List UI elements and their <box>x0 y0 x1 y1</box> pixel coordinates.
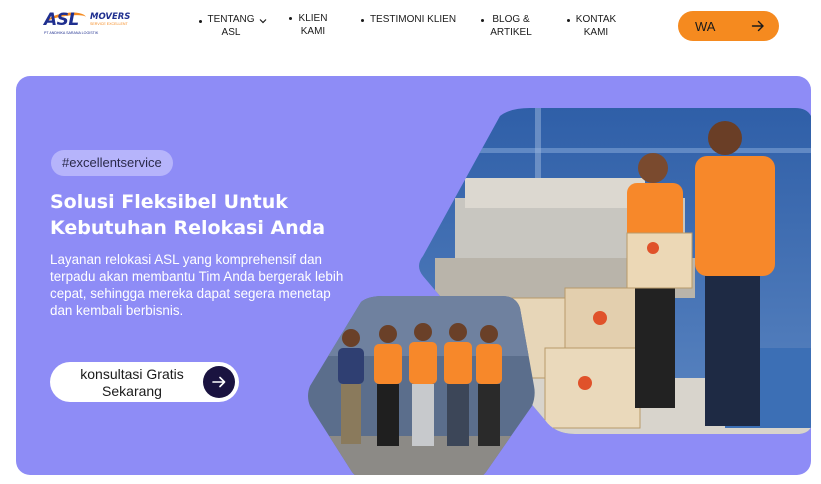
team-photo <box>308 296 535 475</box>
consultation-button-label: konsultasi Gratis Sekarang <box>80 366 184 399</box>
bullet-dot <box>289 17 292 20</box>
chevron-down-icon <box>259 19 267 24</box>
arrow-right-icon <box>751 20 764 32</box>
hero-section: #excellentservice Solusi Fleksibel Untuk… <box>16 76 811 475</box>
nav-item-label: KLIEN KAMI <box>298 13 328 37</box>
nav-item-klien[interactable]: KLIEN KAMI <box>289 12 330 38</box>
nav-item-label: KONTAK KAMI <box>575 14 617 38</box>
logo-movers: MOVERS <box>90 12 131 22</box>
nav-item-label: TESTIMONI KLIEN <box>369 14 457 25</box>
nav-item-blog[interactable]: BLOG & ARTIKEL <box>481 13 534 39</box>
hero-description: Layanan relokasi ASL yang komprehensif d… <box>50 252 344 318</box>
top-nav: ASL MOVERS SERVICE EXCELLENT PT ANDHIKA … <box>0 0 821 56</box>
nav-item-kontak[interactable]: KONTAK KAMI <box>567 13 618 39</box>
logo-main: ASL <box>44 10 79 30</box>
nav-item-tentang[interactable]: TENTANG ASL <box>199 13 267 39</box>
whatsapp-button-label: WA <box>695 19 716 34</box>
arrow-right-icon <box>212 376 226 388</box>
arrow-circle <box>203 366 235 398</box>
consultation-button[interactable]: konsultasi Gratis Sekarang <box>50 362 239 402</box>
asl-logo[interactable]: ASL MOVERS SERVICE EXCELLENT PT ANDHIKA … <box>44 10 132 36</box>
hashtag-badge: #excellentservice <box>51 150 173 176</box>
whatsapp-button[interactable]: WA <box>678 11 779 41</box>
bullet-dot <box>361 19 364 22</box>
nav-item-testimoni[interactable]: TESTIMONI KLIEN <box>361 13 458 26</box>
hero-title: Solusi Fleksibel Untuk Kebutuhan Relokas… <box>50 191 326 239</box>
nav-item-label: BLOG & ARTIKEL <box>490 14 532 38</box>
logo-company: PT ANDHIKA SARANA LOGISTIK <box>44 31 99 35</box>
logo-tagline: SERVICE EXCELLENT <box>90 22 128 26</box>
bullet-dot <box>567 19 570 22</box>
nav-item-label: TENTANG ASL <box>207 14 255 38</box>
bullet-dot <box>199 20 202 23</box>
bullet-dot <box>481 19 484 22</box>
